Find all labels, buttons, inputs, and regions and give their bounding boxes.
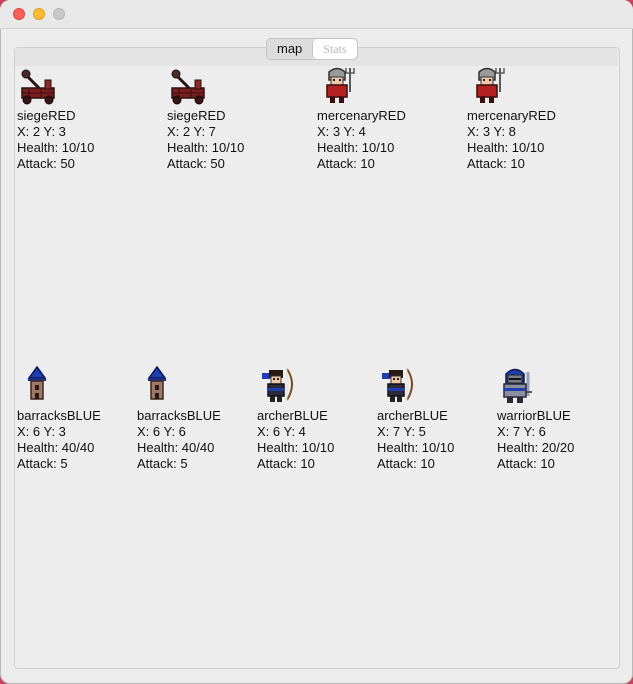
unit-name: mercenaryRED	[317, 108, 406, 123]
unit-attack: Attack: 10	[497, 456, 555, 471]
unit-health: Health: 40/40	[17, 440, 95, 455]
unit-name: siegeRED	[167, 108, 226, 123]
app-window: map Stats siegeRED X: 2 Y: 3 Health: 10/…	[0, 0, 633, 684]
unit-name: siegeRED	[17, 108, 76, 123]
unit-name: barracksBLUE	[137, 408, 221, 423]
unit-coords: X: 6 Y: 3	[17, 424, 66, 439]
mercenary-icon	[476, 67, 505, 103]
tab-bar: map Stats	[266, 38, 358, 60]
unit-coords: X: 3 Y: 8	[467, 124, 516, 139]
unit-attack: Attack: 50	[17, 156, 75, 171]
archer-icon	[262, 368, 293, 402]
unit-attack: Attack: 50	[167, 156, 225, 171]
title-bar	[0, 0, 633, 29]
unit-health: Health: 20/20	[497, 440, 575, 455]
catapult-icon	[21, 69, 55, 105]
tab-map[interactable]: map	[267, 39, 313, 59]
unit-health: Health: 10/10	[167, 140, 245, 155]
close-window-button[interactable]	[13, 8, 25, 20]
zoom-window-button[interactable]	[53, 8, 65, 20]
unit-coords: X: 2 Y: 3	[17, 124, 66, 139]
unit-health: Health: 40/40	[137, 440, 215, 455]
unit-coords: X: 2 Y: 7	[167, 124, 216, 139]
unit-coords: X: 6 Y: 6	[137, 424, 186, 439]
unit-coords: X: 7 Y: 6	[497, 424, 546, 439]
unit-coords: X: 6 Y: 4	[257, 424, 306, 439]
unit-health: Health: 10/10	[377, 440, 455, 455]
tower-icon	[27, 366, 47, 400]
unit-name: archerBLUE	[257, 408, 328, 423]
unit-attack: Attack: 10	[257, 456, 315, 471]
unit-attack: Attack: 5	[17, 456, 68, 471]
tower-icon	[147, 366, 167, 400]
unit-name: barracksBLUE	[17, 408, 101, 423]
unit-health: Health: 10/10	[17, 140, 95, 155]
unit-attack: Attack: 10	[377, 456, 435, 471]
unit-name: mercenaryRED	[467, 108, 556, 123]
warrior-icon	[503, 368, 532, 403]
tab-stats[interactable]: Stats	[312, 39, 357, 59]
minimize-window-button[interactable]	[33, 8, 45, 20]
unit-name: warriorBLUE	[497, 408, 571, 423]
unit-attack: Attack: 5	[137, 456, 188, 471]
unit-health: Health: 10/10	[257, 440, 335, 455]
unit-health: Health: 10/10	[467, 140, 545, 155]
unit-health: Health: 10/10	[317, 140, 395, 155]
unit-coords: X: 3 Y: 4	[317, 124, 366, 139]
unit-attack: Attack: 10	[467, 156, 525, 171]
unit-coords: X: 7 Y: 5	[377, 424, 426, 439]
unit-attack: Attack: 10	[317, 156, 375, 171]
catapult-icon	[171, 69, 205, 105]
archer-icon	[382, 368, 413, 402]
unit-name: archerBLUE	[377, 408, 448, 423]
mercenary-icon	[326, 67, 355, 103]
